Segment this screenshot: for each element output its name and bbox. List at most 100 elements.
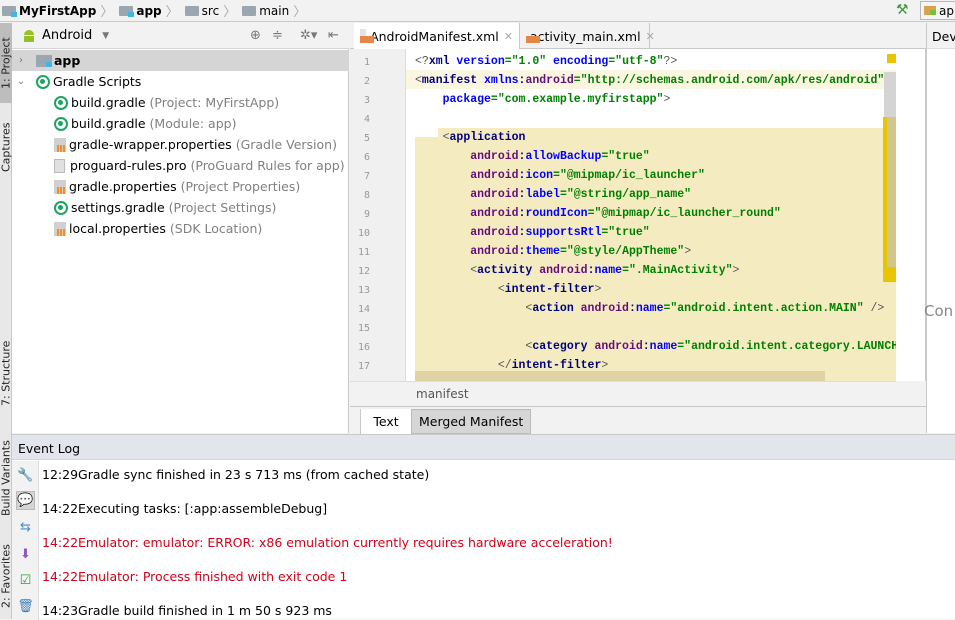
code-line: <manifest xmlns:android="http://schemas.… xyxy=(415,71,884,90)
balloon-icon[interactable]: 💬 xyxy=(16,491,35,510)
tool-tab-favorites[interactable]: 2: Favorites xyxy=(0,533,13,619)
project-view-selector[interactable]: Android xyxy=(42,28,92,43)
tree-item[interactable]: gradle.properties (Project Properties) xyxy=(12,176,349,197)
tree-item-hint: (Module: app) xyxy=(149,116,237,131)
collapse-all-icon[interactable]: ≑ xyxy=(272,28,283,43)
folder-icon xyxy=(184,5,199,16)
log-entry: 14:22Emulator: emulator: ERROR: x86 emul… xyxy=(42,535,613,550)
tree-item-hint: (Project Settings) xyxy=(168,200,277,215)
code-token: ="android.intent.category.LAUNCHER" xyxy=(677,340,896,353)
code-line: </intent-filter> xyxy=(415,356,608,375)
line-number: 9 xyxy=(363,209,370,220)
tab-android-manifest[interactable]: AndroidManifest.xml ✕ xyxy=(354,23,520,49)
log-message: Gradle build finished in 1 m 50 s 923 ms xyxy=(78,603,332,618)
mark-read-icon[interactable]: ☑ xyxy=(16,571,35,590)
editor-right-margin xyxy=(896,49,926,381)
code-token: <? xyxy=(415,55,429,68)
code-token: > xyxy=(732,264,740,277)
code-line: android:icon="@mipmap/ic_launcher" xyxy=(415,166,705,185)
tab-label: activity_main.xml xyxy=(530,28,641,44)
settings-icon[interactable]: 🔧 xyxy=(16,466,35,485)
tree-item-label: gradle-wrapper.properties xyxy=(69,137,232,152)
breadcrumb-item[interactable]: main 〉 xyxy=(240,0,310,22)
breadcrumb-item[interactable]: MyFirstApp 〉 xyxy=(0,0,117,22)
log-time: 14:23 xyxy=(42,603,79,618)
make-project-hammer-icon[interactable]: ⚒ xyxy=(896,2,912,18)
xml-breadcrumb-item[interactable]: manifest xyxy=(416,387,469,401)
tree-item[interactable]: gradle-wrapper.properties (Gradle Version… xyxy=(12,134,349,155)
close-tab-icon[interactable]: ✕ xyxy=(504,30,513,43)
code-line: android:theme="@style/AppTheme"> xyxy=(415,242,691,261)
hide-panel-icon[interactable]: ⇤ xyxy=(328,28,339,43)
tab-text[interactable]: Text xyxy=(360,409,411,434)
scroll-from-source-icon[interactable]: ⊕ xyxy=(250,28,261,43)
warning-status-icon[interactable] xyxy=(887,54,896,63)
log-entry: 14:22Emulator: Process finished with exi… xyxy=(42,569,347,584)
chevron-right-icon[interactable]: › xyxy=(14,55,28,66)
scrollbar-thumb[interactable] xyxy=(887,117,896,267)
code-token: ="android.intent.action.MAIN" xyxy=(663,302,871,315)
log-time: 14:22 xyxy=(42,569,79,584)
gradle-icon xyxy=(54,116,68,131)
tree-item[interactable]: build.gradle (Project: MyFirstApp) xyxy=(12,92,349,113)
chevron-right-icon: 〉 xyxy=(165,5,179,20)
code-token: ="true" xyxy=(601,150,650,163)
code-token: manifest xyxy=(421,74,485,87)
left-tool-window-strip: 1: Project Captures 7: Structure Build V… xyxy=(0,23,13,619)
log-message[interactable]: Emulator: Process finished with exit cod… xyxy=(78,569,347,584)
chevron-right-icon: 〉 xyxy=(100,5,114,20)
export-icon[interactable]: ⬇ xyxy=(16,545,35,564)
breadcrumb-item[interactable]: app 〉 xyxy=(117,0,182,22)
line-number: 8 xyxy=(363,190,370,201)
code-token: application xyxy=(449,131,526,144)
tab-label: Text xyxy=(373,414,399,429)
tree-item-hint: (Gradle Version) xyxy=(235,137,337,152)
breadcrumb: MyFirstApp 〉 app 〉 src 〉 main 〉 xyxy=(0,0,310,22)
line-number: 5 xyxy=(363,133,370,144)
tab-activity-main[interactable]: activity_main.xml ✕ xyxy=(520,23,655,49)
chevron-down-icon[interactable]: ▼ xyxy=(102,31,109,41)
code-token: label xyxy=(525,188,560,201)
log-entry: 14:23Gradle build finished in 1 m 50 s 9… xyxy=(42,603,332,618)
tree-item[interactable]: proguard-rules.pro (ProGuard Rules for ap… xyxy=(12,155,349,176)
tab-merged-manifest[interactable]: Merged Manifest xyxy=(411,409,532,434)
code-token: ="@mipmap/ic_launcher" xyxy=(553,169,705,182)
log-message[interactable]: Emulator: emulator: ERROR: x86 emulation… xyxy=(78,535,613,550)
code-line: <?xml version="1.0" encoding="utf-8"?> xyxy=(415,52,677,71)
code-line: android:label="@string/app_name" xyxy=(415,185,691,204)
tree-item[interactable]: › app xyxy=(12,50,349,71)
code-editor[interactable]: 1 2 3 4 5 6 7 8 9 10 11 12 13 14 15 16 17 <?xml version=… xyxy=(350,49,896,381)
code-token: activity xyxy=(477,264,540,277)
tool-tab-structure[interactable]: 7: Structure xyxy=(0,328,13,418)
line-number: 15 xyxy=(357,323,370,334)
editor-bottom-tabs: Text Merged Manifest xyxy=(350,406,926,434)
chevron-down-icon[interactable]: ⌄ xyxy=(14,76,28,87)
tree-item[interactable]: settings.gradle (Project Settings) xyxy=(12,197,349,218)
gradle-icon xyxy=(36,74,50,89)
trash-icon[interactable]: 🗑 xyxy=(16,597,35,616)
tree-item[interactable]: ⌄ Gradle Scripts xyxy=(12,71,349,92)
run-configuration-dropdown[interactable]: ap xyxy=(920,1,955,20)
tree-item[interactable]: local.properties (SDK Location) xyxy=(12,218,349,239)
tree-item[interactable]: build.gradle (Module: app) xyxy=(12,113,349,134)
code-token: < xyxy=(415,74,422,87)
tool-tab-captures[interactable]: Captures xyxy=(0,111,13,183)
line-number: 12 xyxy=(357,266,370,277)
module-folder-icon xyxy=(119,5,135,17)
code-token: version xyxy=(456,55,505,68)
tool-tab-project[interactable]: 1: Project xyxy=(0,23,13,103)
code-token: ="true" xyxy=(601,226,650,239)
event-log-title: Event Log xyxy=(12,435,955,460)
breadcrumb-item[interactable]: src 〉 xyxy=(183,0,241,22)
gradle-icon xyxy=(54,200,68,215)
close-tab-icon[interactable]: ✕ xyxy=(646,30,655,43)
preferences-icon[interactable]: ⇆ xyxy=(16,518,35,537)
tool-tab-build-variants[interactable]: Build Variants xyxy=(0,428,13,528)
gear-icon[interactable]: ✲▾ xyxy=(300,28,317,43)
